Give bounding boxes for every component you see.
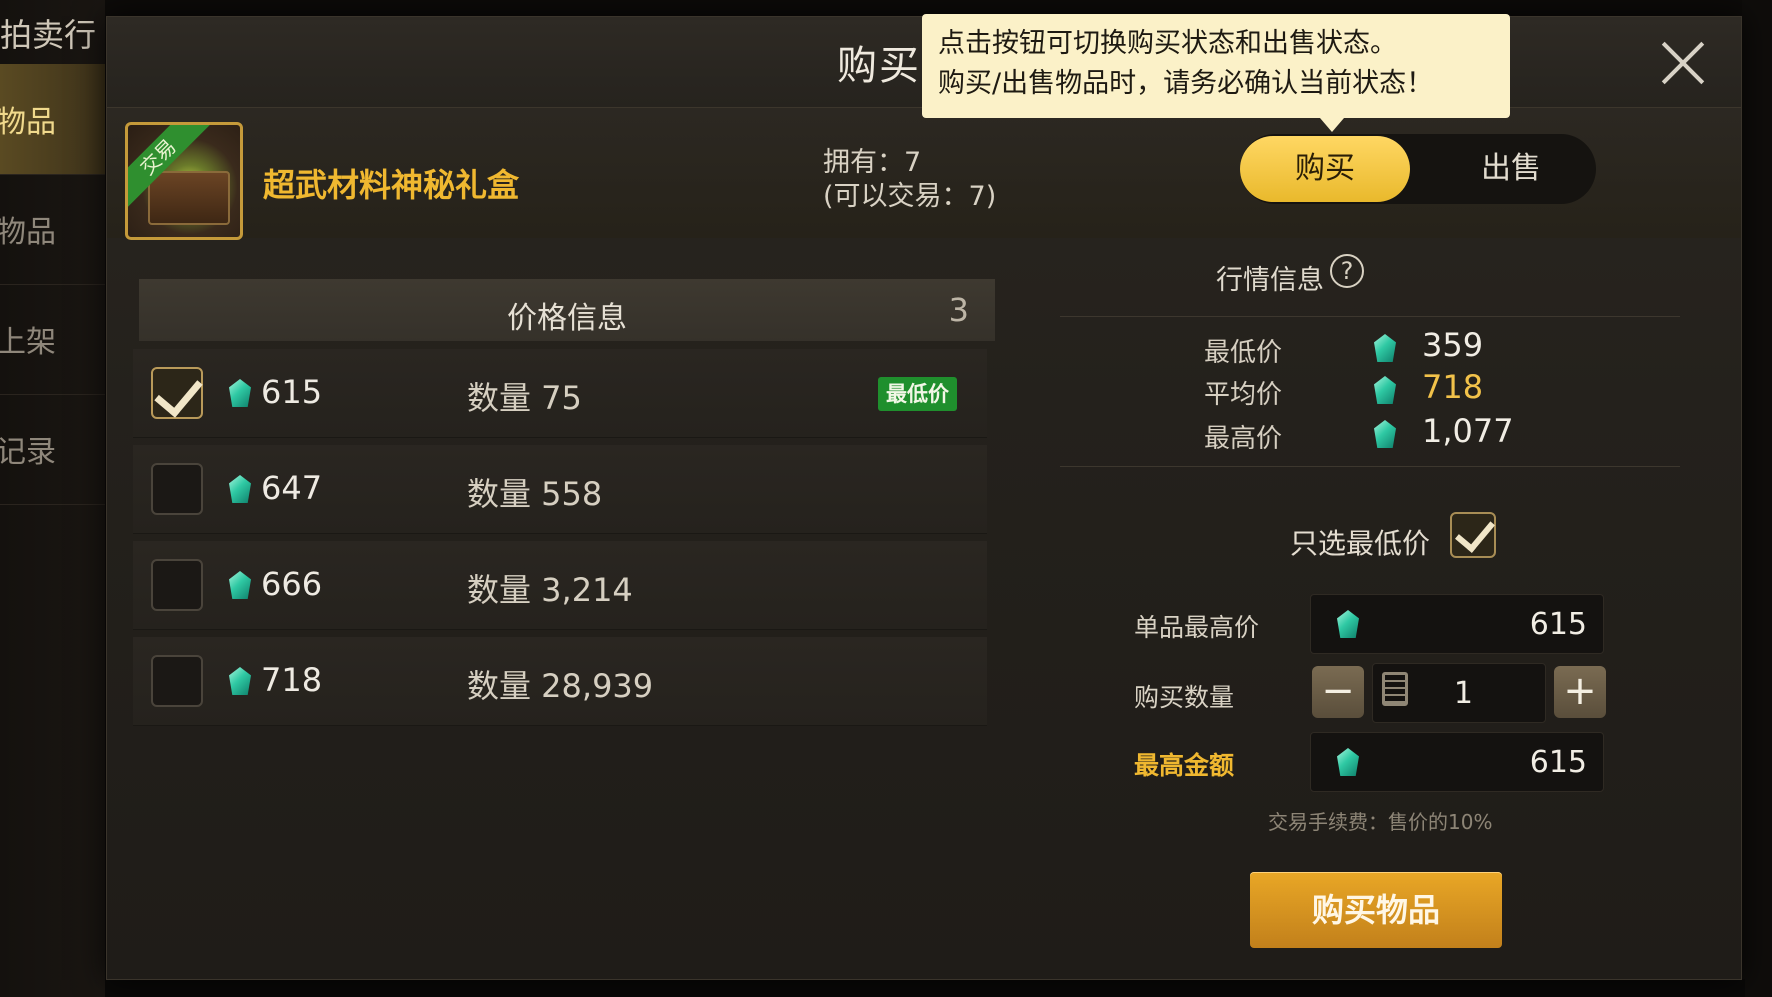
row-quantity: 数量 3,214	[467, 571, 633, 609]
row-price: 615	[261, 373, 323, 411]
unit-max-price-value: 615	[1529, 607, 1587, 642]
check-icon	[1455, 511, 1495, 553]
gem-icon	[1337, 748, 1359, 776]
divider	[1060, 466, 1680, 467]
max-total-field: 615	[1310, 732, 1604, 792]
avg-price-label: 平均价	[1204, 380, 1283, 410]
chest-icon	[148, 171, 230, 225]
row-checkbox[interactable]	[151, 559, 203, 611]
market-info-title: 行情信息	[1216, 265, 1324, 296]
price-row[interactable]: 718 数量 28,939	[133, 637, 987, 726]
sidebar-item-listing[interactable]: 上架	[0, 284, 105, 395]
sell-mode-button[interactable]: 出售	[1426, 134, 1596, 204]
buy-sell-toggle: 购买 出售	[1240, 134, 1596, 204]
lowest-price-badge: 最低价	[878, 377, 957, 411]
divider	[1060, 316, 1680, 317]
background-sidebar: 拍卖行 物品 物品 上架 记录	[0, 0, 105, 997]
background-right-edge	[1742, 0, 1772, 997]
gem-icon	[229, 379, 251, 407]
quantity-increase-button[interactable]: +	[1554, 666, 1606, 718]
buy-quantity-label: 购买数量	[1134, 683, 1235, 712]
sidebar-item-items-2[interactable]: 物品	[0, 174, 105, 285]
mode-tooltip: 点击按钮可切换购买状态和出售状态。 购买/出售物品时，请务必确认当前状态！	[922, 14, 1510, 132]
help-icon[interactable]: ?	[1330, 254, 1364, 288]
check-icon	[154, 367, 203, 418]
price-info-header: 价格信息 3	[139, 279, 995, 341]
buy-item-button[interactable]: 购买物品	[1250, 872, 1502, 948]
row-price: 718	[261, 661, 323, 699]
row-price: 647	[261, 469, 323, 507]
row-quantity: 数量 75	[467, 379, 582, 417]
quantity-decrease-button[interactable]: −	[1312, 666, 1364, 718]
app-title: 拍卖行	[0, 16, 97, 54]
owned-line: 拥有：7	[823, 147, 922, 178]
unit-max-price-label: 单品最高价	[1134, 613, 1260, 642]
gem-icon	[229, 475, 251, 503]
item-icon: 交易	[125, 122, 243, 240]
unit-max-price-field[interactable]: 615	[1310, 594, 1604, 654]
max-price-label: 最高价	[1204, 424, 1283, 454]
max-total-label: 最高金额	[1134, 751, 1235, 780]
only-lowest-label: 只选最低价	[1290, 527, 1431, 560]
owned-count: 拥有：7 (可以交易：7)	[823, 146, 996, 214]
row-checkbox[interactable]	[151, 655, 203, 707]
gem-icon	[1337, 610, 1359, 638]
close-icon[interactable]	[1659, 39, 1707, 87]
max-total-value: 615	[1529, 745, 1587, 780]
fee-note: 交易手续费：售价的10%	[1268, 810, 1493, 834]
calculator-icon[interactable]	[1382, 672, 1408, 706]
price-row[interactable]: 615 数量 75 最低价	[133, 349, 987, 438]
row-price: 666	[261, 565, 323, 603]
price-info-count: 3	[948, 291, 969, 329]
item-name: 超武材料神秘礼盒	[263, 166, 520, 204]
price-row[interactable]: 666 数量 3,214	[133, 541, 987, 630]
only-lowest-checkbox[interactable]	[1450, 511, 1496, 558]
quantity-value: 1	[1453, 676, 1473, 711]
buy-mode-button[interactable]: 购买	[1240, 136, 1410, 202]
row-quantity: 数量 558	[467, 475, 603, 513]
tradable-line: (可以交易：7)	[823, 181, 997, 212]
tooltip-line-2: 购买/出售物品时，请务必确认当前状态！	[938, 68, 1434, 99]
price-info-title: 价格信息	[507, 301, 627, 336]
gem-icon	[229, 667, 251, 695]
gem-icon	[229, 571, 251, 599]
background-bottom-edge	[105, 979, 1745, 997]
sidebar-item-records[interactable]: 记录	[0, 394, 105, 505]
max-price-value: 1,077	[1422, 412, 1514, 450]
min-price-value: 359	[1422, 326, 1484, 364]
row-checkbox[interactable]	[151, 463, 203, 515]
row-checkbox[interactable]	[151, 367, 203, 419]
avg-price-value: 718	[1422, 368, 1484, 406]
row-quantity: 数量 28,939	[467, 667, 654, 705]
min-price-label: 最低价	[1204, 338, 1283, 368]
price-row[interactable]: 647 数量 558	[133, 445, 987, 534]
tooltip-line-1: 点击按钮可切换购买状态和出售状态。	[938, 28, 1397, 59]
sidebar-item-items[interactable]: 物品	[0, 64, 105, 175]
